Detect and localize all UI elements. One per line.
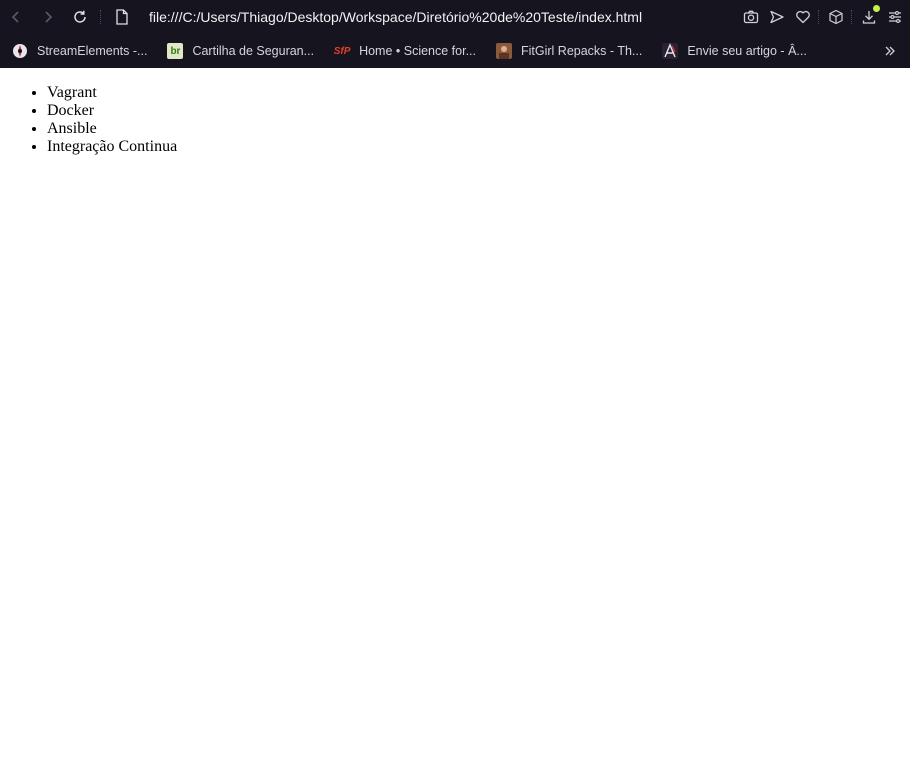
toolbar-divider (100, 10, 103, 24)
browser-toolbar: file:///C:/Users/Thiago/Desktop/Workspac… (0, 0, 910, 34)
list-item: Docker (47, 102, 910, 120)
bookmark-item[interactable]: FitGirl Repacks - Th... (484, 34, 650, 68)
bookmark-item[interactable]: Envie seu artigo - Â... (650, 34, 815, 68)
reload-icon[interactable] (64, 0, 96, 34)
bookmarks-bar: StreamElements -... br Cartilha de Segur… (0, 34, 910, 68)
toolbar-divider (851, 10, 854, 24)
forward-icon[interactable] (32, 0, 64, 34)
toolbar-actions (738, 0, 910, 34)
page-icon[interactable] (111, 0, 133, 34)
heart-icon[interactable] (790, 0, 816, 34)
streamelements-icon (12, 43, 28, 59)
cartilha-icon: br (167, 43, 184, 59)
bookmark-item[interactable]: br Cartilha de Seguran... (155, 34, 322, 68)
bookmark-label: Cartilha de Seguran... (192, 44, 315, 58)
camera-icon[interactable] (738, 0, 764, 34)
bookmark-item[interactable]: StreamElements -... (0, 34, 155, 68)
more-bookmarks-icon[interactable] (884, 34, 896, 68)
artigo-icon (662, 43, 679, 59)
back-icon[interactable] (0, 0, 32, 34)
list-item: Ansible (47, 120, 910, 138)
list-item: Vagrant (47, 84, 910, 102)
bookmark-label: FitGirl Repacks - Th... (521, 44, 643, 58)
bookmark-item[interactable]: SfP Home • Science for... (322, 34, 484, 68)
bookmark-label: Envie seu artigo - Â... (687, 44, 807, 58)
page-content: Vagrant Docker Ansible Integração Contin… (0, 84, 910, 156)
browser-chrome: file:///C:/Users/Thiago/Desktop/Workspac… (0, 0, 910, 68)
tech-list: Vagrant Docker Ansible Integração Contin… (0, 84, 910, 156)
send-icon[interactable] (764, 0, 790, 34)
list-item: Integração Continua (47, 138, 910, 156)
address-bar[interactable]: file:///C:/Users/Thiago/Desktop/Workspac… (149, 9, 642, 25)
toolbar-divider (818, 10, 821, 24)
science-icon: SfP (333, 45, 351, 57)
download-badge (873, 5, 880, 12)
menu-icon[interactable] (882, 0, 908, 34)
bookmark-label: StreamElements -... (37, 44, 148, 58)
fitgirl-icon (496, 43, 512, 59)
cube-icon[interactable] (823, 0, 849, 34)
download-icon[interactable] (856, 0, 882, 34)
bookmark-label: Home • Science for... (359, 44, 476, 58)
